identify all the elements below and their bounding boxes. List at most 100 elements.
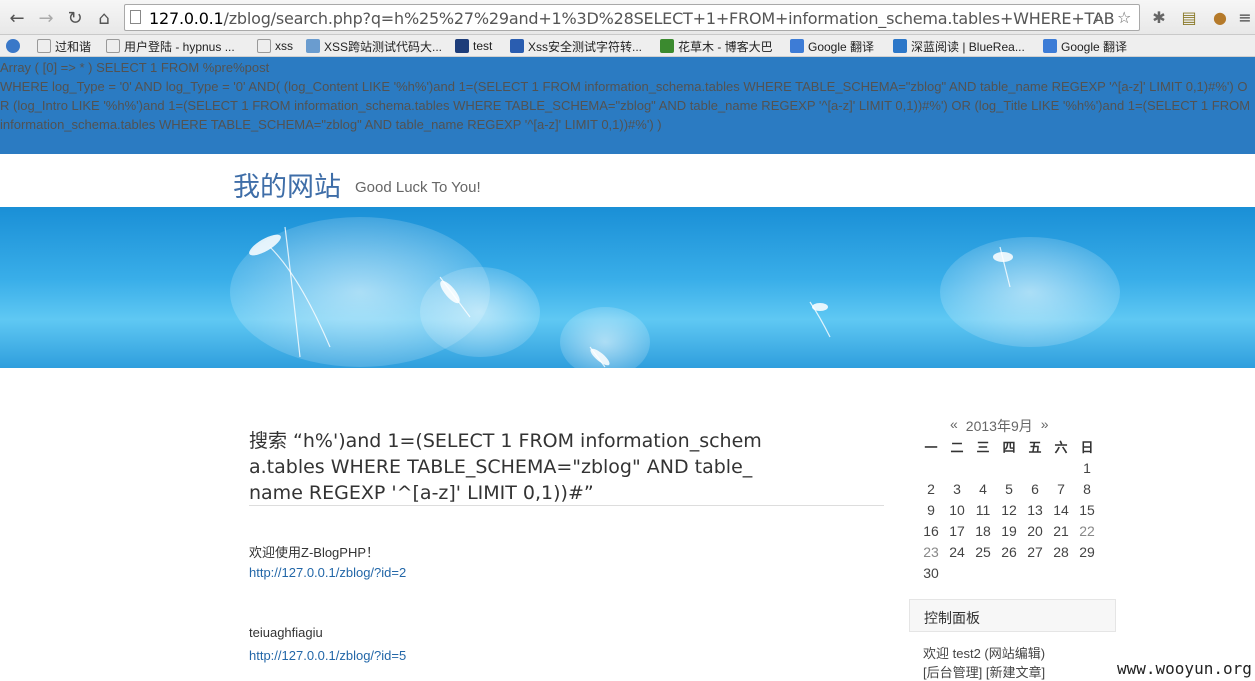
site-icon <box>893 39 907 53</box>
calendar-day <box>1074 562 1100 583</box>
dandelion-decoration <box>249 226 1013 368</box>
calendar-day <box>918 457 944 478</box>
prev-month-link[interactable]: « <box>950 416 958 436</box>
debug-output: Array ( [0] => * ) SELECT 1 FROM %pre%po… <box>0 57 1255 154</box>
calendar-day[interactable]: 27 <box>1022 541 1048 562</box>
calendar-day[interactable]: 18 <box>970 520 996 541</box>
calendar-day <box>996 457 1022 478</box>
cookie-icon[interactable]: ● <box>1209 6 1231 28</box>
weekday: 二 <box>950 440 964 455</box>
calendar-day <box>944 562 970 583</box>
calendar-day <box>1022 457 1048 478</box>
site-title[interactable]: 我的网站 <box>233 165 341 204</box>
calendar-week: 2345678 <box>918 478 1100 499</box>
calendar-day <box>1048 562 1074 583</box>
calendar-day <box>970 562 996 583</box>
calendar-day[interactable]: 14 <box>1048 499 1074 520</box>
calendar-day[interactable]: 5 <box>996 478 1022 499</box>
calendar-week: 30 <box>918 562 1100 583</box>
calendar-day[interactable]: 9 <box>918 499 944 520</box>
bookmark-item[interactable]: XSS跨站测试代码大... <box>306 37 442 55</box>
calendar-day[interactable]: 3 <box>944 478 970 499</box>
bookmark-item[interactable]: 过和谐 <box>37 37 91 55</box>
page-icon <box>106 39 120 53</box>
calendar-day[interactable]: 1 <box>1074 457 1100 478</box>
sql-debug-text: Array ( [0] => * ) SELECT 1 FROM %pre%po… <box>0 60 1251 132</box>
url-host: 127.0.0.1 <box>149 9 224 28</box>
calendar-day[interactable]: 11 <box>970 499 996 520</box>
calendar-month: 2013年9月 <box>965 418 1033 434</box>
menu-icon[interactable]: ≡ <box>1234 6 1255 28</box>
calendar-day[interactable]: 6 <box>1022 478 1048 499</box>
weekday: 日 <box>1080 440 1094 455</box>
calendar-day[interactable]: 23 <box>918 541 944 562</box>
extension-bug-icon[interactable]: ✱ <box>1148 6 1170 28</box>
bookmark-item[interactable]: 花草木 - 博客大巴 <box>660 37 773 55</box>
next-month-link[interactable]: » <box>1041 416 1049 436</box>
apps-icon[interactable] <box>6 37 24 55</box>
post-link[interactable]: http://127.0.0.1/zblog/?id=2 <box>249 565 406 580</box>
admin-links[interactable]: [后台管理] [新建文章] <box>923 662 1045 681</box>
calendar-day[interactable]: 16 <box>918 520 944 541</box>
translate-icon <box>790 39 804 53</box>
calendar-day[interactable]: 4 <box>970 478 996 499</box>
bookmark-item[interactable]: 深蓝阅读 | BlueRea... <box>893 37 1025 55</box>
calendar-day <box>1048 457 1074 478</box>
welcome-text: 欢迎 test2 (网站编辑) <box>923 646 1046 661</box>
calendar-day[interactable]: 2 <box>918 478 944 499</box>
forward-icon[interactable]: → <box>34 6 58 30</box>
reload-icon[interactable]: ↻ <box>63 6 87 30</box>
bookmark-item[interactable]: test <box>455 37 492 55</box>
calendar-day[interactable]: 28 <box>1048 541 1074 562</box>
site-subtitle: Good Luck To You! <box>355 179 481 196</box>
calendar-day[interactable]: 17 <box>944 520 970 541</box>
bookmark-item[interactable]: Google 翻译 <box>790 37 874 55</box>
calendar: 一 二 三 四 五 六 日 1 2 3 4 5 6 7 8 9 10 11 12 13 14 15 16 17 1… <box>918 436 1100 583</box>
calendar-weekdays: 一 二 三 四 五 六 日 <box>918 436 1100 457</box>
calendar-day <box>1022 562 1048 583</box>
calendar-day[interactable]: 10 <box>944 499 970 520</box>
weekday: 一 <box>924 440 938 455</box>
star-icon[interactable]: ☆ <box>1117 8 1131 27</box>
notes-icon[interactable]: ▤ <box>1178 6 1200 28</box>
bookmark-item[interactable]: Google 翻译 <box>1043 37 1127 55</box>
calendar-day <box>944 457 970 478</box>
url-text[interactable]: 127.0.0.1/zblog/search.php?q=h%25%27%29a… <box>149 9 1114 28</box>
calendar-day[interactable]: 24 <box>944 541 970 562</box>
calendar-day[interactable]: 19 <box>996 520 1022 541</box>
weekday: 四 <box>1002 440 1016 455</box>
url-path: /zblog/search.php?q=h%25%27%29and+1%3D%2… <box>223 9 1114 28</box>
search-icon[interactable]: ⌕ <box>1095 8 1104 28</box>
calendar-day <box>970 457 996 478</box>
site-header: 我的网站 Good Luck To You! <box>0 154 1255 207</box>
back-icon[interactable]: ← <box>5 6 29 30</box>
calendar-header: « 2013年9月 » <box>950 416 1049 436</box>
calendar-day[interactable]: 29 <box>1074 541 1100 562</box>
globe-icon <box>306 39 320 53</box>
calendar-day[interactable]: 7 <box>1048 478 1074 499</box>
bookmark-item[interactable]: xss <box>257 37 293 55</box>
calendar-day[interactable]: 26 <box>996 541 1022 562</box>
calendar-day[interactable]: 15 <box>1074 499 1100 520</box>
calendar-day[interactable]: 25 <box>970 541 996 562</box>
calendar-week: 16 17 18 19 20 21 22 <box>918 520 1100 541</box>
calendar-day[interactable]: 21 <box>1048 520 1074 541</box>
calendar-day[interactable]: 12 <box>996 499 1022 520</box>
control-panel-heading: 控制面板 <box>909 599 1116 632</box>
calendar-day[interactable]: 22 <box>1074 520 1100 541</box>
search-heading: 搜索 “h%')and 1=(SELECT 1 FROM information… <box>249 430 762 504</box>
bookmark-item[interactable]: Xss安全测试字符转... <box>510 37 642 55</box>
home-icon[interactable]: ⌂ <box>92 6 116 30</box>
calendar-day[interactable]: 13 <box>1022 499 1048 520</box>
bookmark-item[interactable]: 用户登陆 - hypnus ... <box>106 37 235 55</box>
weekday: 六 <box>1054 440 1068 455</box>
calendar-day[interactable]: 20 <box>1022 520 1048 541</box>
post-title: 欢迎使用Z-BlogPHP！ <box>249 545 380 560</box>
divider <box>249 505 884 506</box>
calendar-day[interactable]: 30 <box>918 562 944 583</box>
calendar-week: 1 <box>918 457 1100 478</box>
post-link[interactable]: http://127.0.0.1/zblog/?id=5 <box>249 648 406 663</box>
address-bar[interactable]: 127.0.0.1/zblog/search.php?q=h%25%27%29a… <box>124 4 1140 31</box>
calendar-day[interactable]: 8 <box>1074 478 1100 499</box>
page-icon <box>130 10 141 24</box>
